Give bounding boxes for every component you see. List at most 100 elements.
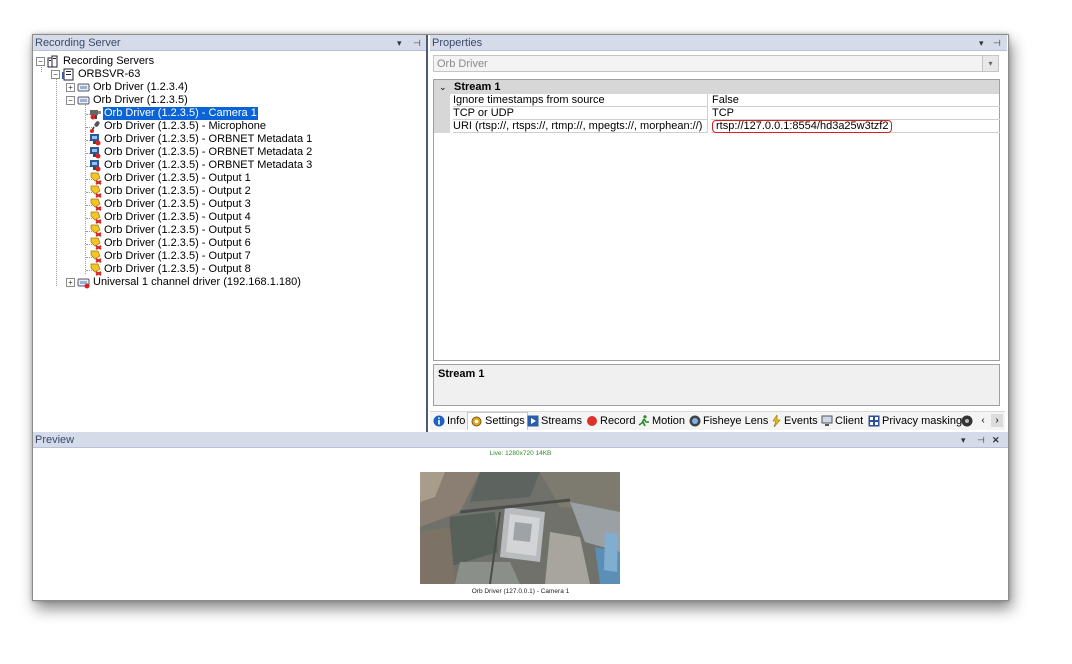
info-icon [433, 415, 445, 427]
tree-item-label: Orb Driver (1.2.3.5) - Output 8 [104, 263, 251, 275]
preview-pane: Preview ▾ ⊣ ✕ Live: 1280x720 14KB Orb Dr… [33, 432, 1008, 600]
tab-motion[interactable]: Motion [638, 413, 685, 429]
property-row[interactable]: TCP or UDP TCP [434, 107, 1000, 120]
collapse-icon[interactable]: − [66, 96, 75, 105]
privacy-masking-icon [868, 415, 880, 427]
output-icon [90, 250, 102, 263]
tree-item-label: Recording Servers [63, 55, 155, 67]
tree-item-label: Orb Driver (1.2.3.5) - Output 5 [104, 224, 251, 236]
properties-pane-title: Properties ▾ ⊣ [430, 35, 1007, 51]
pane-title: Preview [35, 434, 75, 446]
output-icon [90, 198, 102, 211]
tab-label: Record [600, 415, 636, 427]
tab-label: Client [835, 415, 864, 427]
recording-server-pane: Recording Server ▾ ⊣ − Recording Servers… [33, 35, 428, 432]
property-name: URI (rtsp://, rtsps://, rtmp://, mpegts:… [453, 120, 708, 133]
camera-preview-image[interactable] [420, 472, 620, 584]
preview-pane-title: Preview ▾ ⊣ ✕ [33, 432, 1008, 448]
device-select[interactable]: Orb Driver ▾ [433, 55, 999, 72]
tree-item-label: Orb Driver (1.2.3.5) - Output 3 [104, 198, 251, 210]
property-value[interactable]: False [711, 94, 1000, 107]
settings-icon [471, 416, 482, 427]
streams-icon [527, 415, 539, 427]
events-icon [772, 415, 781, 428]
output-icon [90, 263, 102, 276]
tree-item-label: Orb Driver (1.2.3.4) [93, 81, 188, 93]
expand-icon[interactable]: + [66, 278, 75, 287]
tree-item-label: Orb Driver (1.2.3.5) - Output 7 [104, 250, 251, 262]
hardware-disabled-icon [77, 278, 90, 289]
overflow-icon [961, 415, 973, 427]
scroll-left-icon[interactable]: ‹ [977, 414, 989, 427]
property-value-uri[interactable]: rtsp://127.0.0.1:8554/hd3a25w3tzf2 [711, 120, 1000, 133]
tree-item-label: ORBSVR-63 [78, 68, 141, 80]
tree-item-label: Orb Driver (1.2.3.5) - Output 1 [104, 172, 251, 184]
output-icon [90, 172, 102, 185]
metadata-icon [90, 160, 101, 172]
property-grid[interactable]: ⌄ Stream 1 Ignore timestamps from source… [433, 79, 1000, 361]
pane-title: Properties [432, 37, 483, 49]
pane-menu-icon[interactable]: ▾ [961, 432, 966, 448]
description-title: Stream 1 [438, 368, 485, 380]
properties-pane: Properties ▾ ⊣ Orb Driver ▾ ⌄ Stream 1 I… [430, 35, 1008, 432]
tab-privacy-masking[interactable]: Privacy masking [868, 413, 962, 429]
microphone-icon [90, 121, 100, 133]
tab-label: Settings [485, 415, 525, 427]
fisheye-icon [689, 415, 701, 427]
property-value[interactable]: TCP [711, 107, 1000, 120]
tab-record[interactable]: Record [586, 413, 635, 429]
tab-client[interactable]: Client [821, 413, 863, 429]
pin-icon[interactable]: ⊣ [977, 432, 985, 448]
close-icon[interactable]: ✕ [992, 432, 1000, 448]
device-select-value: Orb Driver [437, 58, 488, 70]
pane-menu-icon[interactable]: ▾ [979, 35, 984, 51]
chevron-up-icon[interactable]: ⌄ [439, 80, 447, 94]
tree-item-label: Orb Driver (1.2.3.5) - ORBNET Metadata 3 [104, 159, 313, 171]
tab-streams[interactable]: Streams [527, 413, 582, 429]
expand-icon[interactable]: + [66, 83, 75, 92]
metadata-icon [90, 134, 101, 146]
management-client-window: Recording Server ▾ ⊣ − Recording Servers… [32, 34, 1009, 601]
camera-caption: Orb Driver (127.0.0.1) - Camera 1 [471, 588, 570, 595]
metadata-icon [90, 147, 101, 159]
collapse-icon[interactable]: − [51, 70, 60, 79]
property-row[interactable]: Ignore timestamps from source False [434, 94, 1000, 107]
tab-fisheye-lens[interactable]: Fisheye Lens [689, 413, 768, 429]
tab-label: Streams [541, 415, 582, 427]
tab-info[interactable]: Info [433, 413, 465, 429]
output-icon [90, 211, 102, 224]
pin-icon[interactable]: ⊣ [413, 35, 421, 51]
property-category[interactable]: ⌄ Stream 1 [434, 80, 999, 94]
tree-item-label: Orb Driver (1.2.3.5) - Output 2 [104, 185, 251, 197]
output-icon [90, 237, 102, 250]
property-name: TCP or UDP [453, 107, 708, 120]
properties-tab-strip: Info Settings Streams Record Motion Fish… [430, 411, 1005, 430]
aerial-city-view [420, 472, 620, 584]
camera-icon [90, 110, 101, 120]
scroll-right-icon[interactable]: › [991, 414, 1003, 427]
tab-events[interactable]: Events [770, 413, 818, 429]
tree-item-label: Orb Driver (1.2.3.5) - Camera 1 [102, 106, 259, 121]
chevron-down-icon[interactable]: ▾ [982, 56, 998, 71]
tab-label: Privacy masking [882, 415, 963, 427]
client-icon [821, 415, 833, 427]
pin-icon[interactable]: ⊣ [993, 35, 1001, 51]
hardware-icon [77, 83, 90, 92]
collapse-icon[interactable]: − [36, 57, 45, 66]
tree-item-label: Orb Driver (1.2.3.5) - Output 4 [104, 211, 251, 223]
property-description: Stream 1 [433, 364, 1000, 406]
category-label: Stream 1 [454, 81, 501, 93]
pane-menu-icon[interactable]: ▾ [397, 35, 402, 51]
property-row[interactable]: URI (rtsp://, rtsps://, rtmp://, mpegts:… [434, 120, 1000, 133]
server-group-icon [47, 55, 58, 68]
hardware-icon [77, 96, 90, 105]
server-icon [62, 68, 74, 81]
tab-label: Fisheye Lens [703, 415, 769, 427]
more-tab-icon[interactable] [961, 413, 975, 429]
output-icon [90, 185, 102, 198]
uri-value[interactable]: rtsp://127.0.0.1:8554/hd3a25w3tzf2 [712, 120, 893, 133]
tab-label: Motion [652, 415, 686, 427]
property-name: Ignore timestamps from source [453, 94, 708, 107]
tab-settings[interactable]: Settings [467, 412, 528, 430]
tab-label: Info [447, 415, 466, 427]
